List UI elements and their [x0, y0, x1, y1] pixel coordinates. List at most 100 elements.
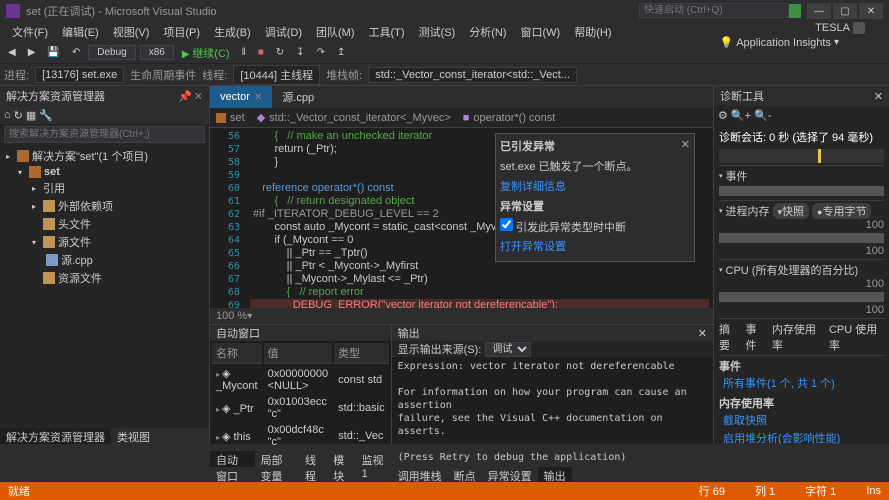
menu-item[interactable]: 编辑(E) — [56, 22, 105, 42]
diag-tab-memory[interactable]: 内存使用率 — [772, 321, 823, 353]
home-icon[interactable]: ⌂ — [4, 109, 11, 121]
tab-callstack[interactable]: 调用堆栈 — [392, 467, 448, 483]
take-snapshot-link[interactable]: 截取快照 — [723, 412, 767, 428]
solution-tree[interactable]: ▸解决方案"set"(1 个项目) ▾set ▸引用 ▸外部依赖项 头文件 ▾源… — [0, 145, 209, 428]
tab-exception-settings[interactable]: 异常设置 — [482, 467, 538, 483]
editor-tabs: vector✕ 源.cpp — [210, 86, 713, 108]
all-events-link[interactable]: 所有事件(1 个, 共 1 个) — [723, 375, 835, 391]
tab-vector[interactable]: vector✕ — [210, 86, 272, 108]
cpp-file-icon — [46, 254, 58, 266]
step-out-icon[interactable]: ↥ — [333, 46, 349, 59]
autos-table[interactable]: 名称值类型 ▸◈ _Mycont0x00000000 <NULL>const s… — [210, 341, 391, 451]
lifecycle-label[interactable]: 生命周期事件 — [130, 67, 196, 83]
tab-locals[interactable]: 局部变量 — [255, 451, 300, 467]
tab-modules[interactable]: 模块 — [327, 451, 355, 467]
process-select[interactable]: [13176] set.exe — [35, 67, 124, 83]
nav-class[interactable]: ◆std::_Vector_const_iterator<_Myvec> — [257, 111, 451, 124]
feedback-icon[interactable] — [787, 4, 801, 18]
open-exception-settings-link[interactable]: 打开异常设置 — [500, 238, 690, 254]
menu-item[interactable]: 测试(S) — [413, 22, 462, 42]
sources-node[interactable]: 源文件 — [58, 234, 91, 250]
menu-item[interactable]: 团队(M) — [310, 22, 361, 42]
restart-icon[interactable]: ↻ — [272, 46, 288, 59]
snapshot-pill[interactable]: ▾快照 — [773, 203, 810, 219]
close-button[interactable]: ✕ — [859, 3, 883, 19]
app-insights-button[interactable]: 💡 Application Insights ▾ — [719, 36, 839, 49]
copy-details-link[interactable]: 复制详细信息 — [500, 178, 690, 194]
tab-breakpoints[interactable]: 断点 — [448, 467, 482, 483]
properties-icon[interactable]: 🔧 — [39, 109, 53, 122]
tab-threads[interactable]: 线程 — [299, 451, 327, 467]
nav-back-icon[interactable]: ◀ — [4, 46, 20, 59]
tab-autos[interactable]: 自动窗口 — [210, 451, 255, 467]
output-text[interactable]: Expression: vector iterator not derefere… — [392, 357, 713, 467]
menu-item[interactable]: 分析(N) — [463, 22, 512, 42]
menu-item[interactable]: 生成(B) — [208, 22, 257, 42]
code-editor[interactable]: 5657585960616263646566676869707172737475… — [210, 128, 713, 308]
diag-cpu-header[interactable]: CPU (所有处理器的百分比) — [726, 262, 859, 278]
close-icon[interactable]: ✕ — [681, 138, 690, 154]
references-node[interactable]: 引用 — [43, 180, 65, 196]
diag-select-tool-icon[interactable]: ⚙ — [718, 109, 728, 122]
stack-select[interactable]: std::_Vector_const_iterator<std::_Vect..… — [368, 67, 577, 83]
tab-solution-explorer[interactable]: 解决方案资源管理器 — [0, 428, 111, 444]
status-col: 列 1 — [755, 483, 775, 499]
minimize-button[interactable]: — — [807, 3, 831, 19]
headers-node[interactable]: 头文件 — [58, 216, 91, 232]
private-bytes-pill[interactable]: ●专用字节 — [812, 203, 871, 219]
close-icon[interactable]: ✕ — [698, 327, 707, 340]
diag-tab-summary[interactable]: 摘要 — [719, 321, 739, 353]
diag-tab-cpu[interactable]: CPU 使用率 — [829, 321, 884, 353]
menu-item[interactable]: 调试(D) — [259, 22, 308, 42]
pin-icon[interactable]: 📌 — [178, 90, 192, 103]
diag-mem-header[interactable]: 进程内存 — [726, 203, 770, 219]
user-badge[interactable]: TESLA — [815, 22, 865, 34]
menu-item[interactable]: 帮助(H) — [568, 22, 617, 42]
break-on-throw-checkbox[interactable] — [500, 218, 513, 231]
undo-icon[interactable]: ↶ — [68, 46, 84, 59]
diag-zoom-in-icon[interactable]: 🔍+ — [731, 109, 751, 122]
tab-source-cpp[interactable]: 源.cpp — [272, 86, 324, 108]
resources-node[interactable]: 资源文件 — [58, 270, 102, 286]
thread-select[interactable]: [10444] 主线程 — [233, 65, 320, 85]
continue-button[interactable]: ▶ 继续(C) — [178, 44, 234, 62]
diag-tab-events[interactable]: 事件 — [745, 321, 765, 353]
project-node[interactable]: set — [44, 166, 60, 178]
output-source-select[interactable]: 调试 — [485, 342, 531, 357]
menu-item[interactable]: 项目(P) — [157, 22, 206, 42]
zoom-indicator[interactable]: 100 % ▾ — [210, 308, 713, 324]
close-icon[interactable]: ✕ — [254, 92, 262, 103]
tab-class-view[interactable]: 类视图 — [111, 428, 156, 444]
nav-member[interactable]: ■operator*() const — [463, 112, 556, 124]
show-all-icon[interactable]: ▦ — [26, 109, 36, 122]
close-icon[interactable]: ✕ — [874, 90, 883, 103]
platform-select[interactable]: x86 — [140, 45, 174, 60]
tab-output[interactable]: 输出 — [538, 467, 572, 483]
config-select[interactable]: Debug — [88, 45, 135, 60]
tab-watch1[interactable]: 监视 1 — [356, 451, 391, 467]
pause-icon[interactable]: ‖ — [238, 46, 250, 59]
step-into-icon[interactable]: ↧ — [292, 46, 308, 59]
menu-item[interactable]: 窗口(W) — [515, 22, 567, 42]
save-icon[interactable]: 💾 — [43, 46, 63, 59]
source-file[interactable]: 源.cpp — [61, 252, 93, 268]
nav-fwd-icon[interactable]: ▶ — [24, 46, 40, 59]
solution-search-input[interactable] — [4, 126, 205, 143]
panel-header: 解决方案资源管理器 📌 ✕ — [0, 86, 209, 106]
diag-zoom-out-icon[interactable]: 🔍- — [754, 109, 771, 122]
ext-deps-node[interactable]: 外部依赖项 — [58, 198, 113, 214]
step-over-icon[interactable]: ↷ — [313, 46, 329, 59]
menu-item[interactable]: 视图(V) — [107, 22, 156, 42]
enable-heap-link[interactable]: 启用堆分析(会影响性能) — [723, 430, 840, 444]
maximize-button[interactable]: ▢ — [833, 3, 857, 19]
menu-item[interactable]: 工具(T) — [363, 22, 411, 42]
diag-events-header[interactable]: 事件 — [726, 168, 748, 184]
close-icon[interactable]: ✕ — [194, 90, 203, 103]
solution-root[interactable]: 解决方案"set"(1 个项目) — [32, 148, 148, 164]
menu-item[interactable]: 文件(F) — [6, 22, 54, 42]
refresh-icon[interactable]: ↻ — [14, 109, 23, 122]
nav-project[interactable]: set — [216, 112, 245, 124]
quick-launch-input[interactable] — [639, 3, 789, 18]
diag-timeline[interactable] — [719, 149, 884, 163]
stop-icon[interactable]: ■ — [254, 46, 268, 59]
